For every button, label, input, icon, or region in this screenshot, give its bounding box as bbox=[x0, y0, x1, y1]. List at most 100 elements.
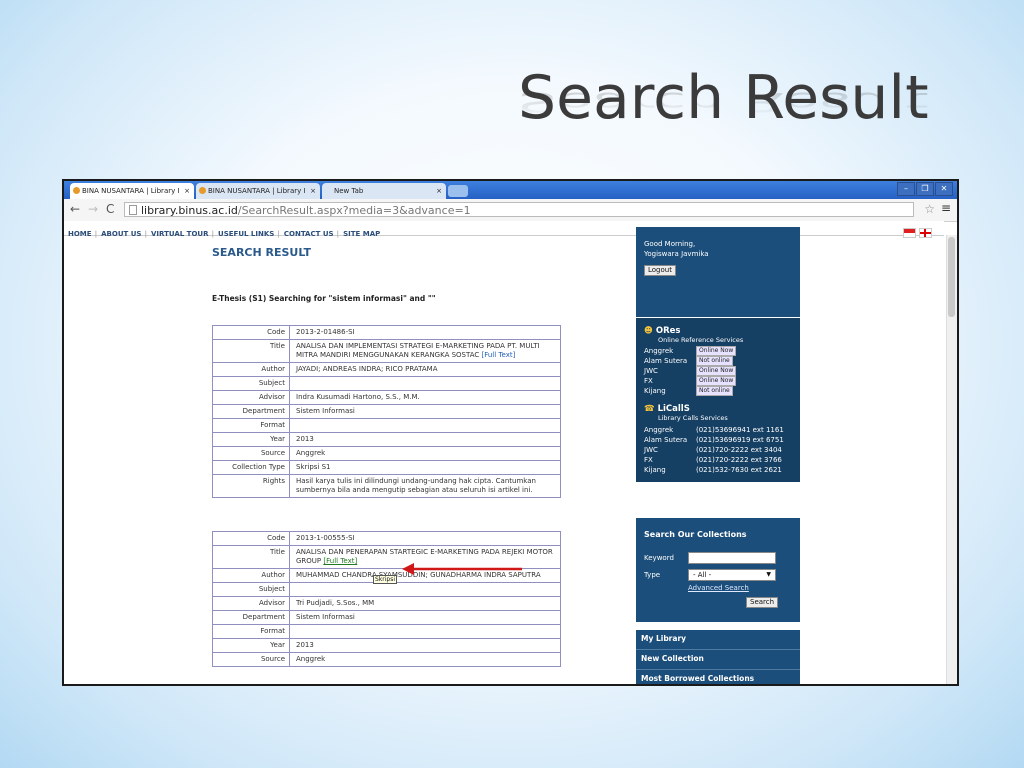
licalls-campus: Anggrek bbox=[644, 426, 674, 434]
sidebar-item-most-borrowed[interactable]: Most Borrowed Collections bbox=[636, 670, 800, 684]
label-subject: Subject bbox=[212, 582, 290, 597]
type-selected-value: - All - bbox=[693, 571, 712, 579]
browser-screenshot: BINA NUSANTARA | Library I × BINA NUSANT… bbox=[62, 179, 959, 686]
scrollbar-thumb[interactable] bbox=[948, 237, 955, 317]
url-host: library.binus.ac.id bbox=[141, 204, 238, 217]
tab-library-1[interactable]: BINA NUSANTARA | Library I × bbox=[70, 183, 194, 199]
services-panel: ☻ ORes Online Reference Services Anggrek… bbox=[636, 318, 800, 482]
restore-icon[interactable]: ❐ bbox=[916, 182, 934, 196]
value-year: 2013 bbox=[289, 638, 561, 653]
url-path: /SearchResult.aspx?media=3&advance=1 bbox=[237, 204, 471, 217]
value-code: 2013-2-01486-SI bbox=[289, 325, 561, 340]
search-collections-panel: Search Our Collections Keyword Type - Al… bbox=[636, 518, 800, 622]
ores-status-badge[interactable]: Online Now bbox=[696, 376, 737, 386]
ores-campus: Anggrek bbox=[644, 347, 674, 355]
ores-title: ORes bbox=[655, 326, 681, 336]
value-year: 2013 bbox=[289, 432, 561, 447]
ores-status-badge[interactable]: Online Now bbox=[696, 366, 737, 376]
page-heading: SEARCH RESULT bbox=[212, 246, 312, 259]
red-arrow-annotation bbox=[402, 563, 522, 575]
menu-icon[interactable]: ≡ bbox=[941, 201, 951, 215]
label-year: Year bbox=[212, 432, 290, 447]
table-row: Code 2013-1-00555-SI bbox=[212, 531, 561, 546]
advanced-search-link[interactable]: Advanced Search bbox=[688, 584, 749, 592]
value-code: 2013-1-00555-SI bbox=[289, 531, 561, 546]
ores-status-badge[interactable]: Online Now bbox=[696, 346, 737, 356]
table-row: Source Anggrek bbox=[212, 652, 561, 667]
licalls-campus: Alam Sutera bbox=[644, 436, 688, 444]
type-select[interactable]: - All - ▼ bbox=[688, 569, 776, 581]
table-row: Code 2013-2-01486-SI bbox=[212, 325, 561, 340]
phone-icon: ☎ bbox=[644, 404, 655, 414]
label-format: Format bbox=[212, 624, 290, 639]
page-icon bbox=[129, 205, 137, 215]
label-advisor: Advisor bbox=[212, 596, 290, 611]
sidebar-item-new-collection[interactable]: New Collection bbox=[636, 650, 800, 670]
label-advisor: Advisor bbox=[212, 390, 290, 405]
licalls-phone: (021)720-2222 ext 3404 bbox=[696, 446, 782, 454]
search-button[interactable]: Search bbox=[746, 597, 779, 608]
ores-campus: Alam Sutera bbox=[644, 357, 688, 365]
tab-new-tab[interactable]: New Tab × bbox=[322, 183, 446, 199]
value-collection-type: Skripsi S1 bbox=[289, 460, 561, 475]
full-text-link[interactable]: [Full Text] bbox=[323, 557, 357, 565]
forward-arrow-icon[interactable]: → bbox=[88, 202, 98, 216]
new-tab-button[interactable] bbox=[448, 185, 468, 197]
label-source: Source bbox=[212, 446, 290, 461]
label-code: Code bbox=[212, 531, 290, 546]
licalls-title: LiCallS bbox=[657, 404, 690, 414]
label-author: Author bbox=[212, 568, 290, 583]
address-bar: ← → C library.binus.ac.id/SearchResult.a… bbox=[64, 199, 957, 222]
table-row: Year 2013 bbox=[212, 638, 561, 653]
bookmark-star-icon[interactable]: ☆ bbox=[924, 202, 935, 216]
licalls-campus: Kijang bbox=[644, 466, 666, 474]
logout-button[interactable]: Logout bbox=[644, 265, 676, 276]
slide-title-reflection: Search Result bbox=[518, 86, 929, 118]
table-row: Format bbox=[212, 418, 561, 433]
type-label: Type bbox=[644, 571, 661, 579]
table-row: Author JAYADI; ANDREAS INDRA; RICO PRATAM… bbox=[212, 362, 561, 377]
close-tab-icon[interactable]: × bbox=[310, 183, 316, 199]
ores-status-badge[interactable]: Not online bbox=[696, 356, 733, 366]
label-rights: Rights bbox=[212, 474, 290, 498]
tab-library-2[interactable]: BINA NUSANTARA | Library I × bbox=[196, 183, 320, 199]
label-year: Year bbox=[212, 638, 290, 653]
table-row: Rights Hasil karya tulis ini dilindungi u… bbox=[212, 474, 561, 498]
page-scrollbar[interactable] bbox=[946, 235, 957, 684]
close-tab-icon[interactable]: × bbox=[436, 183, 442, 199]
label-department: Department bbox=[212, 610, 290, 625]
result-record-1: Code 2013-2-01486-SI Title ANALISA DAN IMP… bbox=[212, 325, 561, 498]
favicon-icon bbox=[199, 187, 206, 194]
tab-label: BINA NUSANTARA | Library I bbox=[208, 187, 306, 195]
table-row: Source Anggrek bbox=[212, 446, 561, 461]
table-row: Advisor Indra Kusumadi Hartono, S.S., M.M… bbox=[212, 390, 561, 405]
sidebar-item-my-library[interactable]: My Library bbox=[636, 630, 800, 650]
label-source: Source bbox=[212, 652, 290, 667]
table-row: Collection Type Skripsi S1 bbox=[212, 460, 561, 475]
ores-campus: Kijang bbox=[644, 387, 666, 395]
user-panel: Good Morning, Yogiswara Javmika Logout bbox=[636, 227, 800, 317]
close-tab-icon[interactable]: × bbox=[184, 183, 190, 199]
ores-campus: FX bbox=[644, 377, 653, 385]
search-panel-title: Search Our Collections bbox=[644, 530, 747, 539]
tab-label: New Tab bbox=[334, 187, 364, 195]
label-title: Title bbox=[212, 339, 290, 363]
url-input[interactable]: library.binus.ac.id/SearchResult.aspx?me… bbox=[124, 202, 914, 217]
full-text-link[interactable]: [Full Text] bbox=[482, 351, 516, 359]
label-subject: Subject bbox=[212, 376, 290, 391]
window-close-icon[interactable]: ✕ bbox=[935, 182, 953, 196]
table-row: Subject bbox=[212, 582, 561, 597]
ores-status-badge[interactable]: Not online bbox=[696, 386, 733, 396]
licalls-phone: (021)720-2222 ext 3766 bbox=[696, 456, 782, 464]
ores-subtitle: Online Reference Services bbox=[658, 336, 744, 344]
keyword-input[interactable] bbox=[688, 552, 776, 564]
minimize-icon[interactable]: – bbox=[897, 182, 915, 196]
back-arrow-icon[interactable]: ← bbox=[70, 202, 80, 216]
value-advisor: Indra Kusumadi Hartono, S.S., M.M. bbox=[289, 390, 561, 405]
licalls-phone: (021)53696941 ext 1161 bbox=[696, 426, 784, 434]
reload-icon[interactable]: C bbox=[106, 202, 114, 216]
table-row: Department Sistem Informasi bbox=[212, 610, 561, 625]
label-author: Author bbox=[212, 362, 290, 377]
window-controls: – ❐ ✕ bbox=[896, 182, 953, 196]
tab-bar: BINA NUSANTARA | Library I × BINA NUSANT… bbox=[64, 181, 957, 199]
